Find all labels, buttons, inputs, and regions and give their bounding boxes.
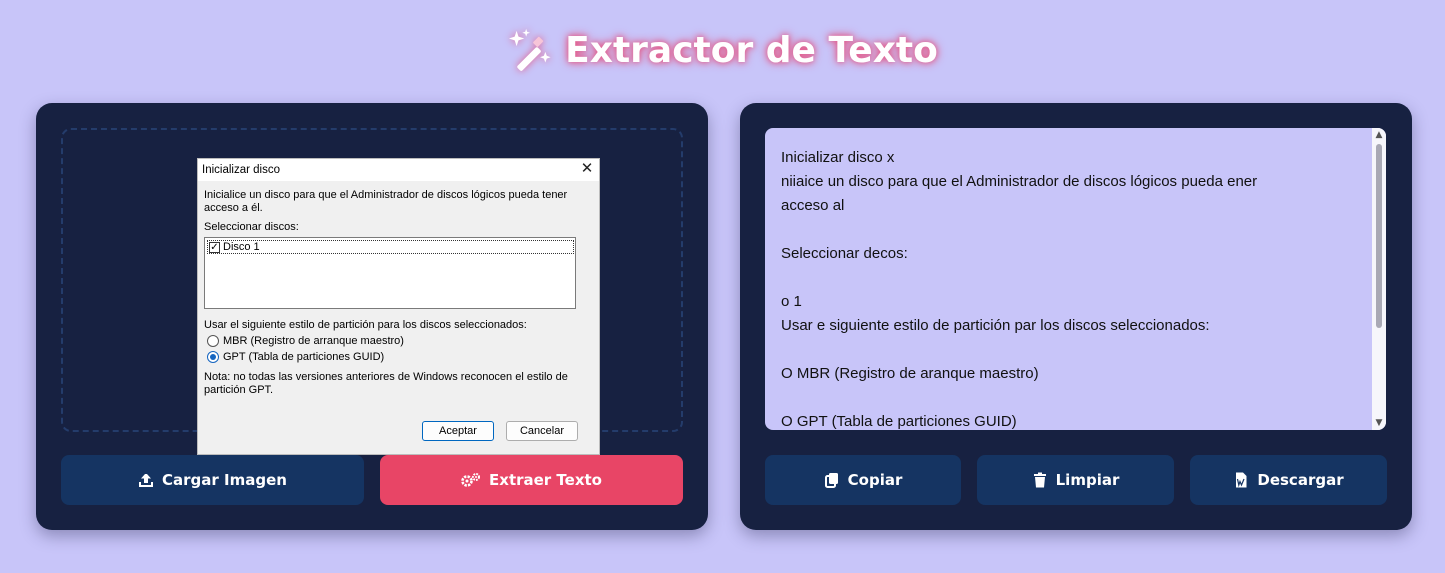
- radio-gpt-label: GPT (Tabla de particiones GUID): [223, 351, 385, 363]
- partition-style-label: Usar el siguiente estilo de partición pa…: [204, 319, 527, 331]
- radio-checked-icon: [207, 351, 219, 363]
- select-disks-label: Seleccionar discos:: [204, 221, 299, 233]
- disk-listbox: ✓ Disco 1: [204, 237, 576, 309]
- extract-text-button[interactable]: Extraer Texto: [380, 455, 683, 505]
- image-dropzone[interactable]: Inicializar disco ✕ Inicialice un disco …: [61, 128, 683, 455]
- download-button[interactable]: Descargar: [1190, 455, 1387, 505]
- radio-mbr-label: MBR (Registro de arranque maestro): [223, 335, 404, 347]
- scroll-down-icon[interactable]: ▼: [1372, 416, 1386, 430]
- extract-button-label: Extraer Texto: [489, 471, 602, 489]
- clear-button-label: Limpiar: [1055, 471, 1120, 489]
- scroll-thumb[interactable]: [1376, 144, 1382, 328]
- magic-wand-icon: [507, 27, 553, 73]
- gears-icon: [461, 473, 481, 487]
- extracted-text: Inicializar disco x niiaice un disco par…: [781, 149, 1258, 430]
- image-panel: Inicializar disco ✕ Inicialice un disco …: [36, 103, 708, 530]
- copy-button-label: Copiar: [847, 471, 903, 489]
- scroll-up-icon[interactable]: ▲: [1372, 128, 1386, 142]
- dialog-note: Nota: no todas las versiones anteriores …: [204, 371, 568, 396]
- dialog-ok-button: Aceptar: [422, 421, 494, 441]
- dialog-titlebar: Inicializar disco ✕: [198, 159, 599, 181]
- close-icon: ✕: [580, 160, 594, 177]
- radio-gpt: GPT (Tabla de particiones GUID): [204, 351, 593, 363]
- app-title-text: Extractor de Texto: [565, 29, 938, 71]
- clear-button[interactable]: Limpiar: [977, 455, 1174, 505]
- download-button-label: Descargar: [1257, 471, 1344, 489]
- uploaded-image-preview: Inicializar disco ✕ Inicialice un disco …: [197, 158, 600, 455]
- checkbox-checked-icon: ✓: [209, 241, 220, 253]
- disk-list-item: ✓ Disco 1: [207, 240, 574, 254]
- trash-icon: [1033, 472, 1046, 488]
- word-file-icon: [1236, 472, 1247, 488]
- text-panel: Inicializar disco x niiaice un disco par…: [740, 103, 1412, 530]
- copy-button[interactable]: Copiar: [765, 455, 961, 505]
- disk-item-label: Disco 1: [223, 241, 260, 253]
- dialog-cancel-button: Cancelar: [506, 421, 578, 441]
- dialog-title: Inicializar disco: [202, 164, 280, 176]
- app-title: Extractor de Texto: [0, 22, 1445, 78]
- copy-icon: [824, 473, 838, 488]
- upload-button-label: Cargar Imagen: [162, 471, 287, 489]
- dialog-intro-text: Inicialice un disco para que el Administ…: [204, 189, 568, 214]
- extracted-text-area[interactable]: Inicializar disco x niiaice un disco par…: [765, 128, 1386, 430]
- radio-unchecked-icon: [207, 335, 219, 347]
- text-scrollbar[interactable]: ▲ ▼: [1372, 128, 1386, 430]
- upload-image-button[interactable]: Cargar Imagen: [61, 455, 364, 505]
- radio-mbr: MBR (Registro de arranque maestro): [204, 335, 593, 347]
- upload-icon: [139, 474, 154, 487]
